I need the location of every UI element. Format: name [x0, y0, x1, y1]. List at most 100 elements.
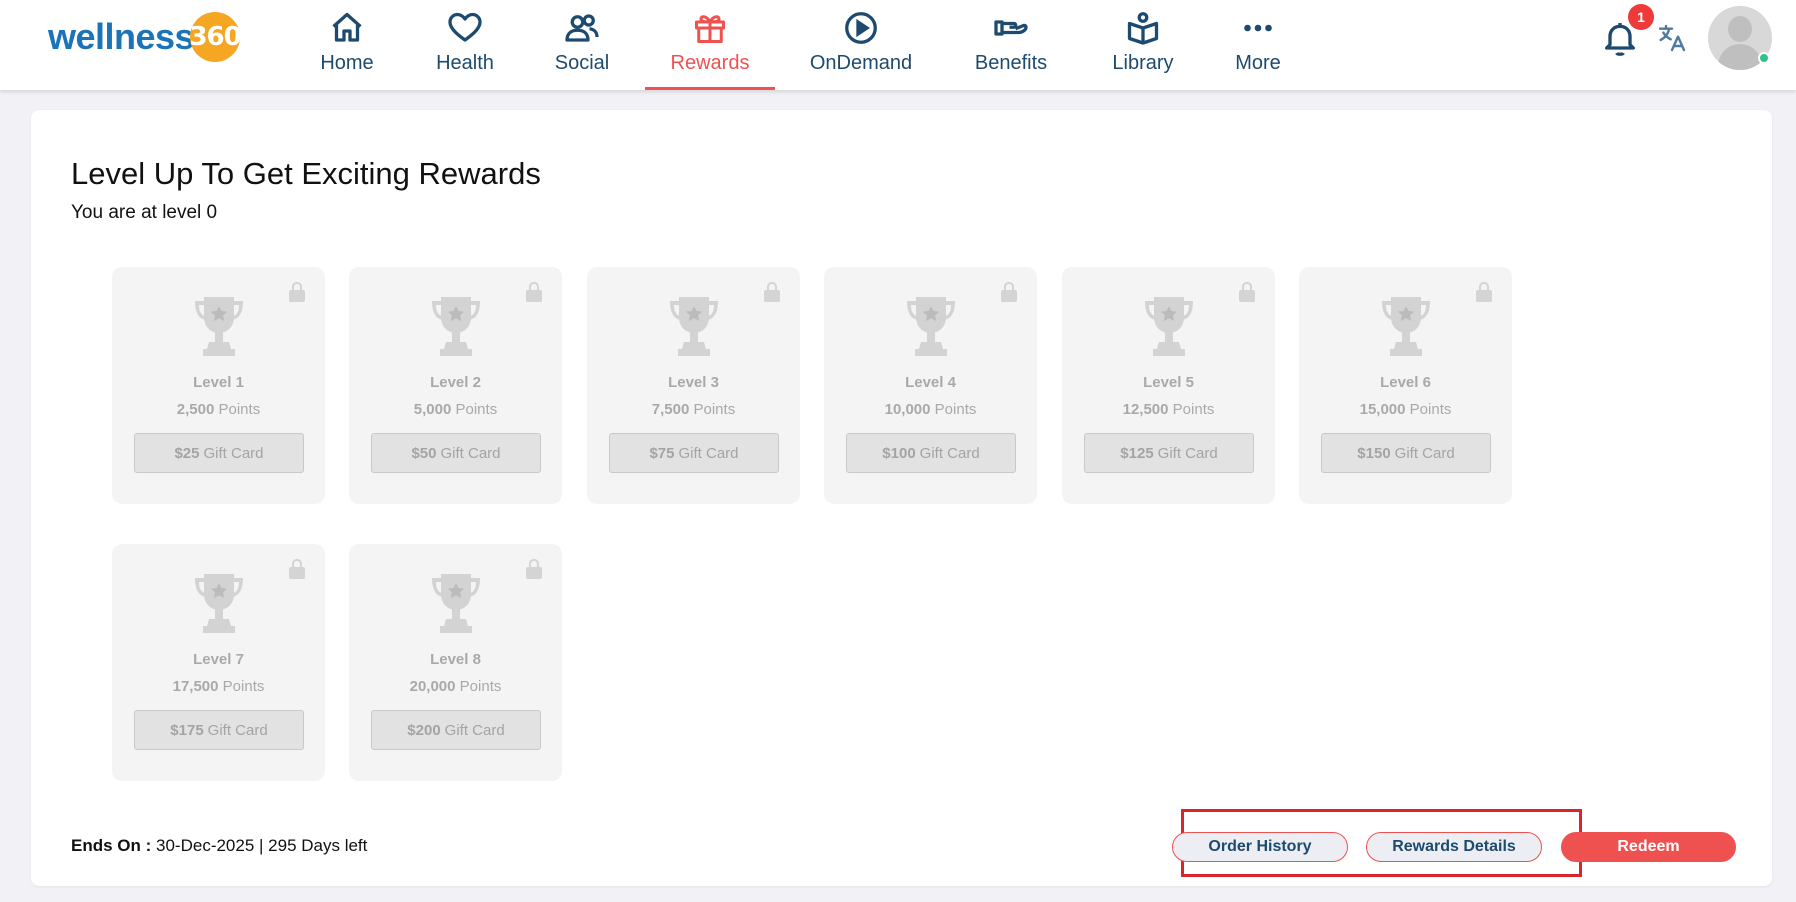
lock-icon [764, 282, 780, 302]
gift-card-button[interactable]: $200 Gift Card [371, 710, 541, 750]
nav-library[interactable]: Library [1108, 0, 1178, 90]
level-tile: Level 6 15,000 Points $150 Gift Card [1299, 267, 1512, 504]
level-name: Level 5 [1143, 374, 1194, 391]
gift-card-button[interactable]: $75 Gift Card [609, 433, 779, 473]
lock-icon [1476, 282, 1492, 302]
page-title: Level Up To Get Exciting Rewards [71, 156, 541, 191]
points-value: 5,000 [413, 401, 452, 418]
translate-icon[interactable] [1656, 22, 1688, 54]
level-points: 15,000 Points [1299, 401, 1512, 418]
rewards-details-button[interactable]: Rewards Details [1366, 832, 1542, 862]
trophy-icon [1382, 297, 1430, 356]
trophy-icon [1145, 297, 1193, 356]
level-name: Level 3 [668, 374, 719, 391]
points-value: 17,500 [172, 678, 219, 695]
home-icon [332, 12, 362, 42]
avatar-body-shape [1718, 44, 1762, 70]
rewards-card: Level Up To Get Exciting Rewards You are… [31, 110, 1772, 886]
level-name: Level 7 [193, 651, 244, 668]
points-value: 12,500 [1122, 401, 1169, 418]
gift-card-amount: $125 [1120, 444, 1154, 462]
nav-benefits[interactable]: Benefits [968, 0, 1054, 90]
level-points: 5,000 Points [349, 401, 562, 418]
lock-icon [289, 559, 305, 579]
ends-value: 30-Dec-2025 | 295 Days left [156, 836, 368, 855]
lock-icon [1001, 282, 1017, 302]
points-value: 2,500 [176, 401, 215, 418]
nav-label-home: Home [320, 52, 374, 74]
points-label: Points [222, 678, 265, 695]
gift-card-button[interactable]: $100 Gift Card [846, 433, 1016, 473]
level-tile: Level 1 2,500 Points $25 Gift Card [112, 267, 325, 504]
nav-label-benefits: Benefits [974, 52, 1048, 74]
level-points: 7,500 Points [587, 401, 800, 418]
gift-card-button[interactable]: $25 Gift Card [134, 433, 304, 473]
notification-badge: 1 [1628, 4, 1654, 30]
points-value: 20,000 [409, 678, 456, 695]
gift-card-button[interactable]: $50 Gift Card [371, 433, 541, 473]
gift-card-amount: $75 [649, 444, 675, 462]
hand-icon [994, 20, 1028, 36]
gift-card-label: Gift Card [678, 444, 739, 462]
current-level-text: You are at level 0 [71, 202, 218, 223]
redeem-button[interactable]: Redeem [1561, 832, 1736, 862]
trophy-icon [432, 574, 480, 633]
gift-card-button[interactable]: $175 Gift Card [134, 710, 304, 750]
points-value: 15,000 [1359, 401, 1406, 418]
play-icon [845, 12, 877, 44]
level-points: 17,500 Points [112, 678, 325, 695]
nav-label-library: Library [1112, 52, 1174, 74]
avatar-head-shape [1728, 16, 1752, 42]
gift-card-label: Gift Card [207, 721, 268, 739]
gift-card-amount: $200 [407, 721, 441, 739]
level-points: 10,000 Points [824, 401, 1037, 418]
gift-card-label: Gift Card [1157, 444, 1218, 462]
gift-card-amount: $100 [882, 444, 916, 462]
level-tile: Level 5 12,500 Points $125 Gift Card [1062, 267, 1275, 504]
nav-home[interactable]: Home [318, 0, 376, 90]
gift-card-button[interactable]: $150 Gift Card [1321, 433, 1491, 473]
level-name: Level 6 [1380, 374, 1431, 391]
nav-rewards[interactable]: Rewards [645, 0, 775, 90]
gift-card-amount: $50 [411, 444, 437, 462]
more-dots-icon [1244, 24, 1272, 32]
order-history-button[interactable]: Order History [1172, 832, 1348, 862]
gift-card-amount: $175 [170, 721, 204, 739]
nav-health[interactable]: Health [430, 0, 500, 90]
level-tile: Level 8 20,000 Points $200 Gift Card [349, 544, 562, 781]
nav-label-rewards: Rewards [670, 52, 750, 74]
nav-label-social: Social [554, 52, 610, 74]
ends-label: Ends On : [71, 836, 152, 855]
points-label: Points [1172, 401, 1215, 418]
nav-ondemand[interactable]: OnDemand [805, 0, 917, 90]
trophy-icon [195, 297, 243, 356]
end-date-text: Ends On : 30-Dec-2025 | 295 Days left [71, 836, 367, 856]
level-name: Level 4 [905, 374, 956, 391]
nav-social[interactable]: Social [550, 0, 614, 90]
points-label: Points [1409, 401, 1452, 418]
brand-logo[interactable]: wellness 360 [48, 10, 242, 64]
gift-card-label: Gift Card [1394, 444, 1455, 462]
trophy-icon [432, 297, 480, 356]
gift-icon [695, 15, 725, 43]
level-points: 12,500 Points [1062, 401, 1275, 418]
top-header: wellness 360 Home Health Social Rewards … [0, 0, 1796, 90]
nav-more[interactable]: More [1230, 0, 1286, 90]
points-label: Points [218, 401, 261, 418]
level-tile: Level 2 5,000 Points $50 Gift Card [349, 267, 562, 504]
book-icon [1127, 12, 1159, 45]
lock-icon [526, 559, 542, 579]
gift-card-label: Gift Card [919, 444, 980, 462]
level-name: Level 1 [193, 374, 244, 391]
online-status-indicator [1758, 52, 1770, 64]
lock-icon [289, 282, 305, 302]
trophy-icon [195, 574, 243, 633]
active-nav-underline [645, 87, 775, 90]
points-label: Points [934, 401, 977, 418]
heart-icon [448, 12, 482, 42]
nav-label-ondemand: OnDemand [809, 52, 913, 74]
level-tile: Level 4 10,000 Points $100 Gift Card [824, 267, 1037, 504]
points-label: Points [459, 678, 502, 695]
gift-card-button[interactable]: $125 Gift Card [1084, 433, 1254, 473]
brand-name: wellness [48, 16, 195, 57]
